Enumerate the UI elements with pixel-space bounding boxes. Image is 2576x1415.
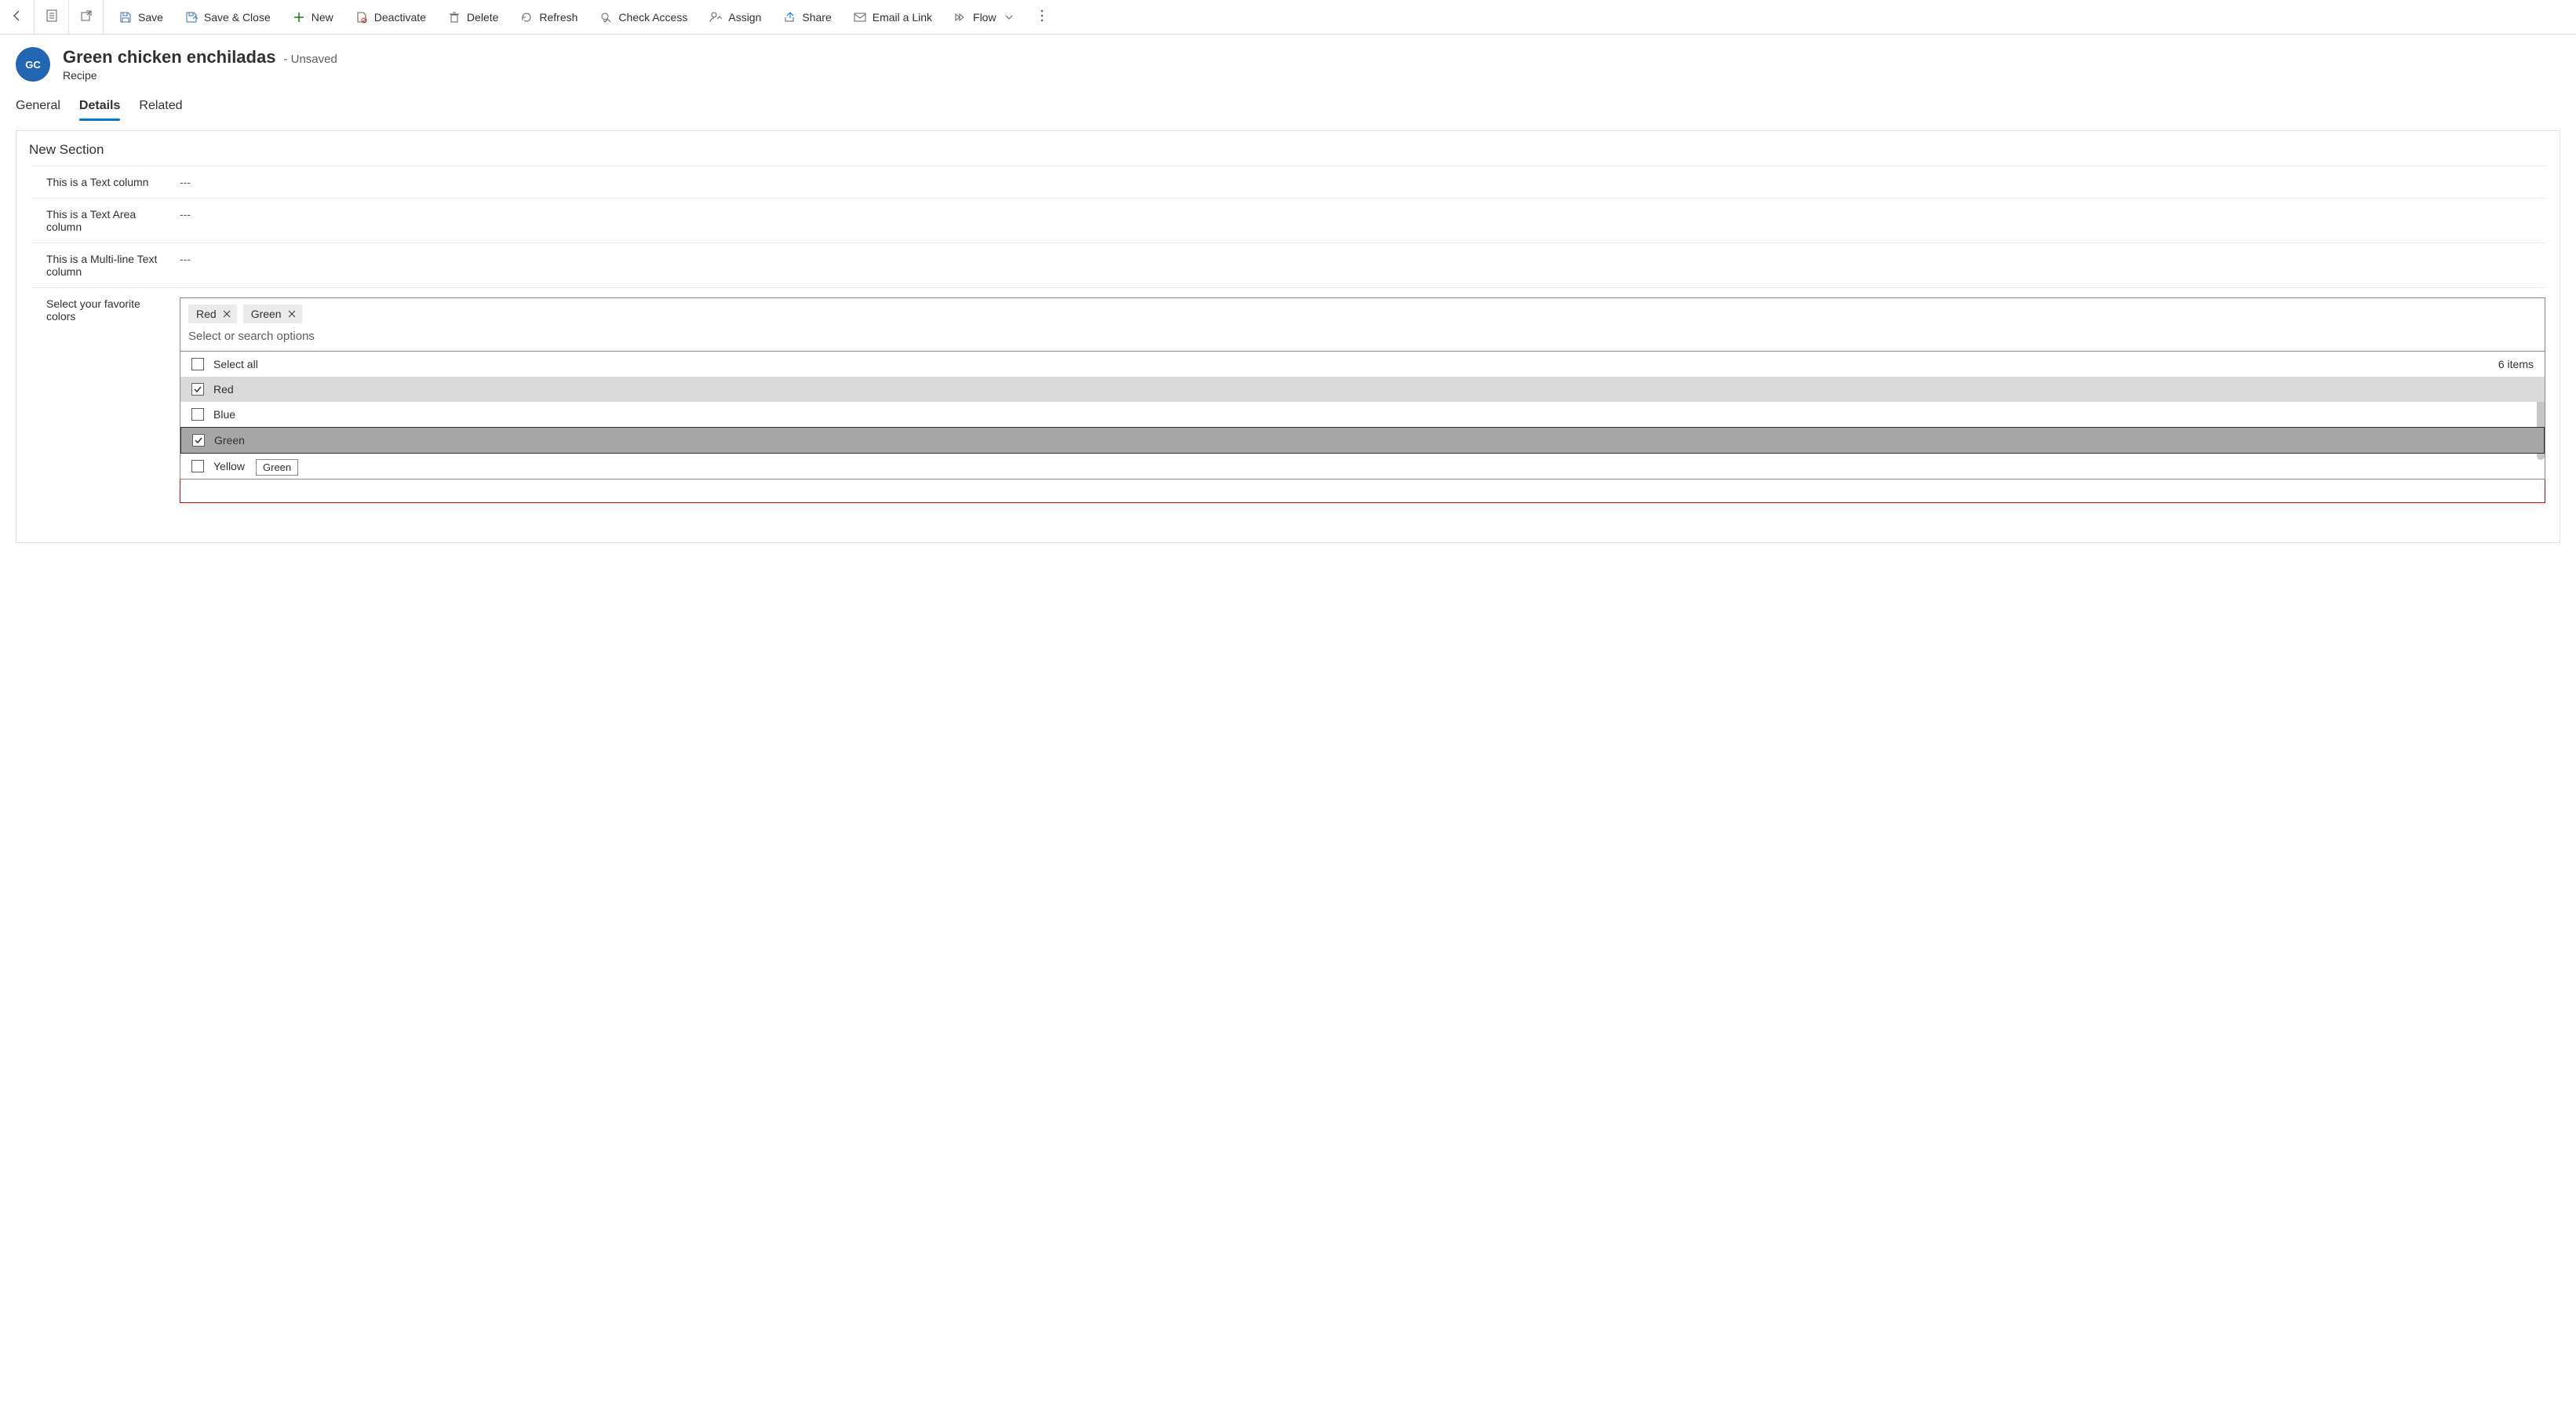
tag-label: Green [251, 308, 282, 320]
deactivate-icon [355, 11, 368, 24]
tab-related[interactable]: Related [139, 94, 182, 121]
form-tabs: General Details Related [0, 85, 2576, 121]
email-link-label: Email a Link [873, 11, 932, 24]
record-header: GC Green chicken enchiladas - Unsaved Re… [0, 35, 2576, 85]
check-access-label: Check Access [618, 11, 687, 24]
save-label: Save [138, 11, 163, 24]
field-multiline-text: This is a Multi-line Text column --- [31, 243, 2545, 287]
new-button[interactable]: New [282, 0, 344, 35]
remove-tag-button[interactable] [221, 308, 232, 319]
form-icon [46, 9, 57, 24]
multiselect-search-input[interactable]: Select or search options [180, 326, 2545, 351]
tag-green: Green [243, 305, 302, 323]
back-button[interactable] [0, 0, 35, 35]
item-count: 6 items [2498, 358, 2534, 370]
delete-button[interactable]: Delete [437, 0, 509, 35]
email-link-button[interactable]: Email a Link [843, 0, 943, 35]
save-close-label: Save & Close [204, 11, 271, 24]
option-label: Green [214, 434, 245, 447]
record-state: - Unsaved [283, 53, 337, 66]
multiselect-control[interactable]: Red Green Select or search optio [180, 297, 2545, 480]
field-label: Select your favorite colors [31, 297, 180, 480]
remove-tag-button[interactable] [286, 308, 297, 319]
assign-label: Assign [728, 11, 761, 24]
deactivate-label: Deactivate [374, 11, 426, 24]
assign-icon [709, 11, 722, 24]
field-value[interactable]: --- [180, 208, 2545, 233]
more-vertical-icon [1040, 9, 1044, 24]
option-label: Yellow [213, 460, 245, 472]
flow-icon [954, 11, 967, 24]
avatar-initials: GC [25, 59, 41, 71]
field-label: This is a Text column [31, 176, 180, 188]
delete-label: Delete [467, 11, 498, 24]
entity-name: Recipe [63, 69, 337, 82]
select-all-label: Select all [213, 358, 258, 370]
deactivate-button[interactable]: Deactivate [344, 0, 437, 35]
check-access-button[interactable]: Check Access [588, 0, 698, 35]
tooltip: Green [256, 459, 298, 476]
checkbox-icon [191, 358, 204, 370]
chevron-down-icon [1003, 11, 1015, 24]
trash-icon [448, 11, 461, 24]
save-close-icon [185, 11, 198, 24]
field-text-area: This is a Text Area column --- [31, 198, 2545, 243]
popout-button[interactable] [69, 0, 104, 35]
assign-button[interactable]: Assign [698, 0, 772, 35]
avatar: GC [16, 47, 50, 82]
field-label: This is a Text Area column [31, 208, 180, 233]
check-access-icon [599, 11, 612, 24]
share-button[interactable]: Share [772, 0, 842, 35]
option-yellow[interactable]: Yellow Green [180, 454, 2545, 479]
refresh-label: Refresh [539, 11, 578, 24]
form-section: New Section This is a Text column --- Th… [16, 130, 2560, 543]
option-green[interactable]: Green [180, 427, 2545, 454]
plus-icon [293, 11, 305, 24]
field-label: This is a Multi-line Text column [31, 253, 180, 278]
form-selector-button[interactable] [35, 0, 69, 35]
save-icon [119, 11, 132, 24]
option-red[interactable]: Red [180, 377, 2545, 402]
checkbox-checked-icon [191, 383, 204, 396]
flow-button[interactable]: Flow [943, 0, 1026, 35]
select-all-row[interactable]: Select all 6 items [180, 352, 2545, 377]
field-value[interactable]: --- [180, 176, 2545, 188]
tab-general[interactable]: General [16, 94, 60, 121]
tab-details[interactable]: Details [79, 94, 120, 121]
field-text-column: This is a Text column --- [31, 166, 2545, 198]
record-title: Green chicken enchiladas [63, 47, 275, 67]
flow-label: Flow [973, 11, 997, 24]
mail-icon [854, 11, 866, 24]
new-label: New [312, 11, 333, 24]
selected-tags: Red Green [180, 298, 2545, 326]
tag-label: Red [196, 308, 217, 320]
refresh-button[interactable]: Refresh [509, 0, 588, 35]
checkbox-icon [191, 408, 204, 421]
section-title: New Section [16, 131, 2560, 166]
share-icon [783, 11, 796, 24]
share-label: Share [802, 11, 831, 24]
command-bar: Save Save & Close New Deactivate Delete … [0, 0, 2576, 35]
tag-red: Red [188, 305, 237, 323]
checkbox-checked-icon [192, 434, 205, 447]
save-close-button[interactable]: Save & Close [174, 0, 282, 35]
refresh-icon [520, 11, 533, 24]
option-blue[interactable]: Blue [180, 402, 2545, 427]
field-favorite-colors: Select your favorite colors Red Green [31, 287, 2545, 542]
multiselect-dropdown: Select all 6 items Red Blue [180, 351, 2545, 479]
checkbox-icon [191, 460, 204, 472]
back-arrow-icon [11, 9, 24, 24]
option-label: Red [213, 383, 234, 396]
overflow-menu-button[interactable] [1026, 9, 1058, 24]
popout-icon [80, 9, 93, 24]
field-value[interactable]: --- [180, 253, 2545, 278]
option-label: Blue [213, 408, 235, 421]
save-button[interactable]: Save [108, 0, 174, 35]
